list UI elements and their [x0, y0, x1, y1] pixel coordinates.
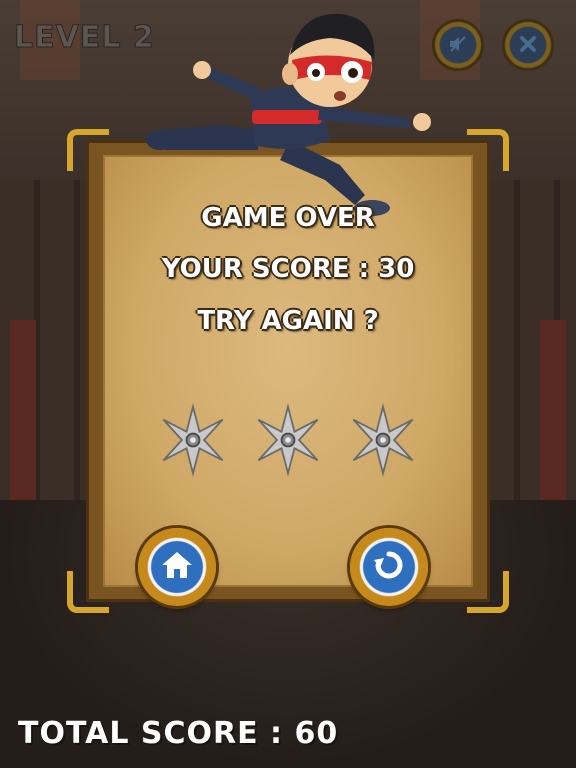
mute-speaker-icon: [447, 33, 469, 58]
shuriken-star-icon: [352, 403, 414, 477]
retry-button[interactable]: [350, 528, 428, 606]
background-pillar: [540, 320, 566, 510]
panel-corner-ornament: [467, 571, 509, 613]
level-indicator: LEVEL 2: [14, 20, 155, 56]
shuriken-star-icon: [162, 403, 224, 477]
game-over-title: GAME OVER: [201, 203, 375, 233]
panel-corner-ornament: [67, 571, 109, 613]
close-x-icon: [518, 34, 538, 57]
score-text: YOUR SCORE : 30: [161, 254, 415, 284]
total-score: TOTAL SCORE : 60: [18, 716, 339, 751]
close-button[interactable]: [504, 21, 552, 69]
replay-icon: [372, 548, 406, 587]
try-again-prompt: TRY AGAIN ?: [197, 306, 379, 336]
home-button[interactable]: [138, 528, 216, 606]
panel-corner-ornament: [467, 129, 509, 171]
shuriken-star-icon: [257, 403, 319, 477]
game-scene: LEVEL 2 GAME OVER YOUR SCORE: 30 TRY AG…: [0, 0, 576, 768]
home-icon: [160, 548, 194, 587]
background-pillar: [10, 320, 36, 510]
ninja-character: [146, 13, 431, 216]
panel-corner-ornament: [67, 129, 109, 171]
